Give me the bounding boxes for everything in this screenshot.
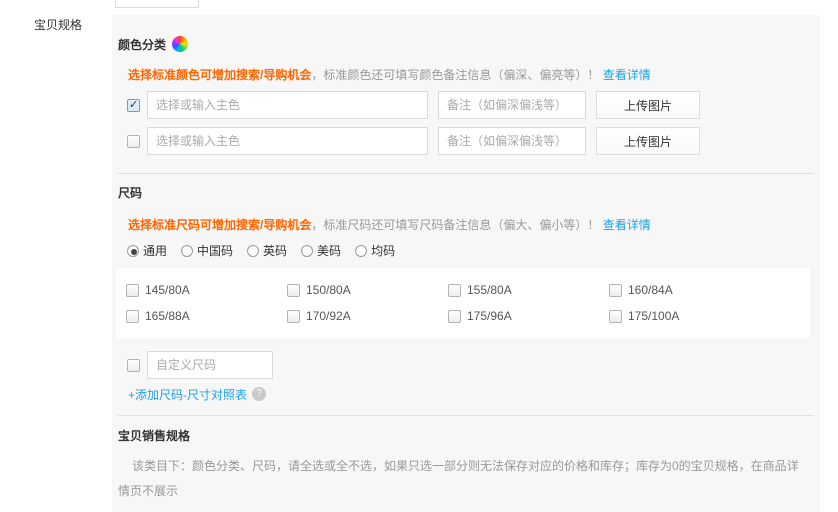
color-row-checkbox[interactable] xyxy=(127,99,140,112)
size-tip-highlight: 选择标准尺码可增加搜索/导购机会 xyxy=(128,218,311,232)
color-detail-link[interactable]: 查看详情 xyxy=(603,68,651,82)
radio-icon[interactable] xyxy=(301,245,313,257)
checkbox-icon[interactable] xyxy=(126,284,139,297)
checkbox-icon[interactable] xyxy=(609,310,622,323)
size-section-title: 尺码 xyxy=(118,184,142,201)
size-option[interactable]: 145/80A xyxy=(126,277,287,303)
color-row: 上传图片 xyxy=(127,91,820,119)
field-label-specs: 宝贝规格 xyxy=(34,16,82,33)
color-tip-rest: ，标准颜色还可填写颜色备注信息（偏深、偏亮等）！ xyxy=(311,68,602,82)
size-standard-group: 通用 中国码 英码 美码 均码 xyxy=(127,243,820,258)
main-color-input[interactable] xyxy=(147,127,428,155)
add-size-chart-link[interactable]: +添加尺码-尺寸对照表 xyxy=(128,386,247,403)
color-note-input[interactable] xyxy=(438,127,586,155)
size-option[interactable]: 170/92A xyxy=(287,303,448,329)
page: 宝贝规格 颜色分类 选择标准颜色可增加搜索/导购机会，标准颜色还可填写颜色备注信… xyxy=(0,0,838,512)
sales-spec-description: 该类目下：颜色分类、尺码，请全选或全不选，如果只选一部分则无法保存对应的价格和库… xyxy=(118,454,810,504)
color-note-input[interactable] xyxy=(438,91,586,119)
radio-icon[interactable] xyxy=(181,245,193,257)
checkbox-icon[interactable] xyxy=(287,310,300,323)
specs-panel: 颜色分类 选择标准颜色可增加搜索/导购机会，标准颜色还可填写颜色备注信息（偏深、… xyxy=(112,15,820,512)
radio-icon[interactable] xyxy=(247,245,259,257)
checkbox-icon[interactable] xyxy=(448,310,461,323)
size-options-box: 145/80A 150/80A 155/80A 160/84A 165/88A … xyxy=(116,268,810,338)
upload-image-button[interactable]: 上传图片 xyxy=(596,127,700,155)
radio-icon[interactable] xyxy=(127,245,139,257)
size-tip-rest: ，标准尺码还可填写尺码备注信息（偏大、偏小等）！ xyxy=(311,218,602,232)
color-row: 上传图片 xyxy=(127,127,820,155)
color-wheel-icon xyxy=(172,36,188,52)
truncated-input[interactable] xyxy=(115,0,199,8)
size-option[interactable]: 150/80A xyxy=(287,277,448,303)
upload-image-button[interactable]: 上传图片 xyxy=(596,91,700,119)
size-section-header: 尺码 xyxy=(118,184,820,200)
size-option[interactable]: 175/96A xyxy=(448,303,609,329)
help-icon[interactable]: ? xyxy=(252,387,266,401)
sales-spec-title: 宝贝销售规格 xyxy=(118,427,820,444)
radio-standard-common[interactable]: 通用 xyxy=(127,242,167,259)
color-section-header: 颜色分类 xyxy=(118,36,820,52)
radio-standard-china[interactable]: 中国码 xyxy=(181,242,233,259)
checkbox-icon[interactable] xyxy=(126,310,139,323)
checkbox-icon[interactable] xyxy=(448,284,461,297)
color-tip-highlight: 选择标准颜色可增加搜索/导购机会 xyxy=(128,68,311,82)
size-option[interactable]: 175/100A xyxy=(609,303,770,329)
custom-size-row xyxy=(127,351,820,379)
custom-size-input[interactable] xyxy=(147,351,273,379)
size-detail-link[interactable]: 查看详情 xyxy=(603,218,651,232)
size-option[interactable]: 155/80A xyxy=(448,277,609,303)
radio-standard-onesize[interactable]: 均码 xyxy=(355,242,395,259)
add-size-line: +添加尺码-尺寸对照表 ? xyxy=(128,386,820,402)
section-divider xyxy=(118,173,814,174)
size-option[interactable]: 165/88A xyxy=(126,303,287,329)
custom-size-checkbox[interactable] xyxy=(127,359,140,372)
color-section-title: 颜色分类 xyxy=(118,36,166,53)
size-option[interactable]: 160/84A xyxy=(609,277,770,303)
color-tip: 选择标准颜色可增加搜索/导购机会，标准颜色还可填写颜色备注信息（偏深、偏亮等）！… xyxy=(128,66,820,83)
radio-standard-uk[interactable]: 英码 xyxy=(247,242,287,259)
color-row-checkbox[interactable] xyxy=(127,135,140,148)
radio-standard-us[interactable]: 美码 xyxy=(301,242,341,259)
checkbox-icon[interactable] xyxy=(287,284,300,297)
section-divider xyxy=(118,415,814,416)
checkbox-icon[interactable] xyxy=(609,284,622,297)
size-tip: 选择标准尺码可增加搜索/导购机会，标准尺码还可填写尺码备注信息（偏大、偏小等）！… xyxy=(128,216,820,233)
main-color-input[interactable] xyxy=(147,91,428,119)
radio-icon[interactable] xyxy=(355,245,367,257)
